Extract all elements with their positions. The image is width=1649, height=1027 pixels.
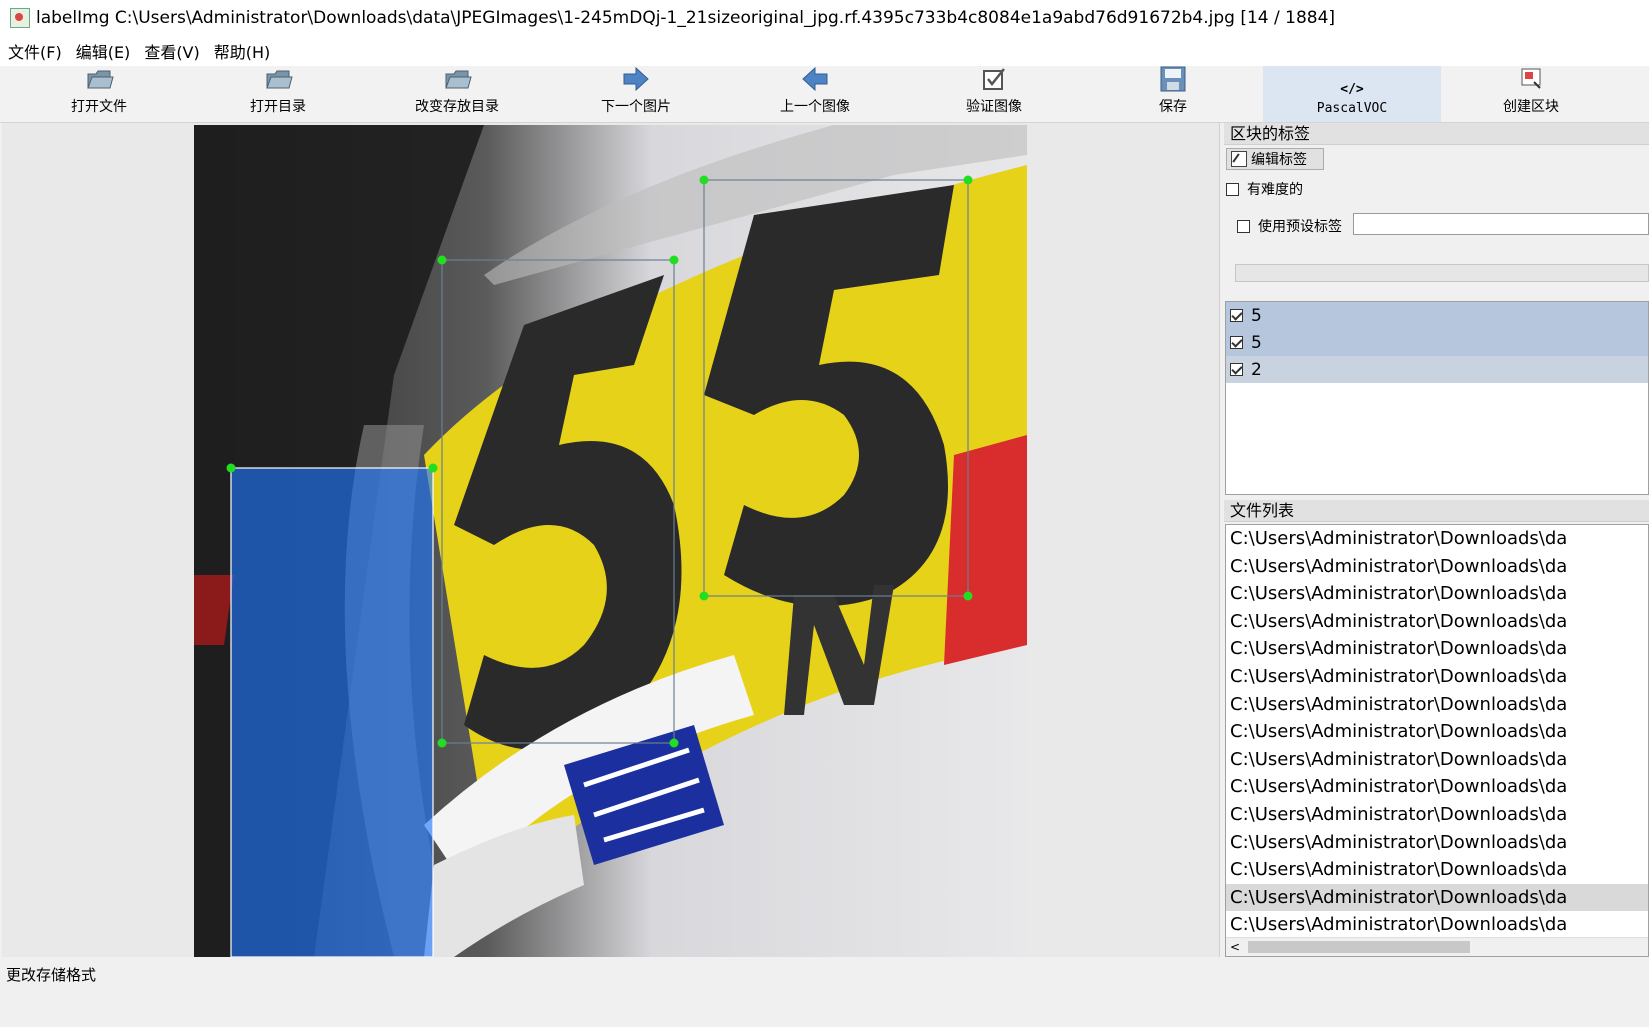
- verify-image-button[interactable]: 验证图像: [905, 66, 1083, 122]
- annotated-photo: [194, 125, 1027, 957]
- open-file-button[interactable]: 打开文件: [10, 66, 188, 122]
- prev-image-label: 上一个图像: [780, 99, 850, 115]
- label-item-text: 5: [1251, 332, 1262, 353]
- file-list-item[interactable]: C:\Users\Administrator\Downloads\da: [1226, 801, 1648, 829]
- label-item-text: 5: [1251, 305, 1262, 326]
- label-visible-checkbox[interactable]: [1230, 336, 1243, 349]
- create-box-label: 创建区块: [1503, 99, 1559, 115]
- menu-edit[interactable]: 编辑(E): [76, 39, 131, 63]
- file-list-hscrollbar[interactable]: <: [1226, 937, 1648, 956]
- label-visible-checkbox[interactable]: [1230, 309, 1243, 322]
- file-list-item[interactable]: C:\Users\Administrator\Downloads\da: [1226, 691, 1648, 719]
- menu-help[interactable]: 帮助(H): [214, 39, 271, 63]
- folder-icon: [87, 70, 114, 89]
- default-label-checkbox[interactable]: [1237, 219, 1250, 233]
- file-list-item[interactable]: C:\Users\Administrator\Downloads\da: [1226, 829, 1648, 857]
- edit-pencil-icon: [1231, 151, 1247, 167]
- save-disk-icon: [1160, 66, 1186, 92]
- open-file-label: 打开文件: [71, 99, 127, 115]
- difficult-label: 有难度的: [1247, 182, 1303, 198]
- window-title: labelImg C:\Users\Administrator\Download…: [36, 8, 1336, 28]
- create-rect-icon: [1521, 68, 1541, 89]
- menu-view[interactable]: 查看(V): [144, 39, 199, 63]
- save-format-label: PascalVOC: [1316, 101, 1388, 116]
- save-label: 保存: [1159, 99, 1187, 115]
- edit-label-text: 编辑标签: [1251, 152, 1307, 168]
- labelimg-app-icon: [10, 8, 30, 28]
- file-list-item[interactable]: C:\Users\Administrator\Downloads\da: [1226, 856, 1648, 884]
- combo-box-bar[interactable]: [1235, 264, 1649, 282]
- scroll-thumb[interactable]: [1248, 941, 1470, 953]
- file-list-dock-title: 文件列表: [1224, 500, 1649, 522]
- labels-dock-title: 区块的标签: [1224, 123, 1649, 145]
- code-format-icon: </>: [1340, 82, 1364, 97]
- right-dock-panel: 区块的标签 编辑标签 有难度的 使用预设标签 5 5 2 文件列表 C:\Use…: [1222, 123, 1649, 957]
- file-list[interactable]: C:\Users\Administrator\Downloads\da C:\U…: [1225, 524, 1649, 957]
- default-label-checkbox-row[interactable]: 使用预设标签: [1237, 216, 1342, 236]
- save-button[interactable]: 保存: [1084, 66, 1262, 122]
- scroll-left-arrow-icon[interactable]: <: [1230, 940, 1240, 954]
- file-list-item[interactable]: C:\Users\Administrator\Downloads\da: [1226, 911, 1648, 939]
- verify-image-label: 验证图像: [966, 99, 1022, 115]
- menu-bar: 文件(F) 编辑(E) 查看(V) 帮助(H): [0, 36, 1649, 66]
- toolbar: 打开文件 打开目录 改变存放目录 下一个图片 上一个图像 验证图像 保存 </>…: [0, 66, 1649, 123]
- open-dir-button[interactable]: 打开目录: [189, 66, 367, 122]
- label-list-item[interactable]: 5: [1226, 329, 1648, 356]
- edit-label-button[interactable]: 编辑标签: [1226, 148, 1324, 170]
- folder-icon: [266, 70, 293, 89]
- arrow-right-icon: [623, 66, 649, 92]
- label-list-item[interactable]: 5: [1226, 302, 1648, 329]
- label-list[interactable]: 5 5 2: [1225, 301, 1649, 495]
- label-item-text: 2: [1251, 359, 1262, 380]
- create-box-button[interactable]: 创建区块: [1442, 66, 1620, 122]
- photo-illustration: [194, 125, 1027, 957]
- title-bar: labelImg C:\Users\Administrator\Download…: [0, 0, 1649, 36]
- file-list-item-selected[interactable]: C:\Users\Administrator\Downloads\da: [1226, 883, 1648, 912]
- file-list-item[interactable]: C:\Users\Administrator\Downloads\da: [1226, 553, 1648, 581]
- bbox-digit-2-selected[interactable]: [226, 463, 438, 958]
- default-label-text: 使用预设标签: [1258, 219, 1342, 235]
- difficult-checkbox[interactable]: [1226, 182, 1239, 196]
- next-image-label: 下一个图片: [601, 99, 671, 115]
- prev-image-button[interactable]: 上一个图像: [726, 66, 904, 122]
- status-text: 更改存储格式: [6, 966, 97, 984]
- file-list-item[interactable]: C:\Users\Administrator\Downloads\da: [1226, 525, 1648, 553]
- change-save-dir-button[interactable]: 改变存放目录: [368, 66, 546, 122]
- file-list-item[interactable]: C:\Users\Administrator\Downloads\da: [1226, 718, 1648, 746]
- difficult-checkbox-row[interactable]: 有难度的: [1226, 179, 1303, 199]
- file-list-item[interactable]: C:\Users\Administrator\Downloads\da: [1226, 580, 1648, 608]
- folder-icon: [445, 70, 472, 89]
- next-image-button[interactable]: 下一个图片: [547, 66, 725, 122]
- save-format-button[interactable]: </> PascalVOC: [1263, 66, 1441, 122]
- label-visible-checkbox[interactable]: [1230, 363, 1243, 376]
- check-box-icon: [983, 68, 1005, 90]
- status-bar: 更改存储格式: [0, 958, 1649, 1027]
- file-list-item[interactable]: C:\Users\Administrator\Downloads\da: [1226, 773, 1648, 801]
- label-list-item[interactable]: 2: [1226, 356, 1648, 383]
- default-label-input[interactable]: [1353, 213, 1649, 235]
- file-list-item[interactable]: C:\Users\Administrator\Downloads\da: [1226, 635, 1648, 663]
- change-save-dir-label: 改变存放目录: [415, 99, 499, 115]
- menu-file[interactable]: 文件(F): [8, 39, 62, 63]
- image-canvas[interactable]: [2, 123, 1220, 957]
- open-dir-label: 打开目录: [250, 99, 306, 115]
- file-list-item[interactable]: C:\Users\Administrator\Downloads\da: [1226, 746, 1648, 774]
- file-list-item[interactable]: C:\Users\Administrator\Downloads\da: [1226, 663, 1648, 691]
- file-list-item[interactable]: C:\Users\Administrator\Downloads\da: [1226, 608, 1648, 636]
- arrow-left-icon: [802, 66, 828, 92]
